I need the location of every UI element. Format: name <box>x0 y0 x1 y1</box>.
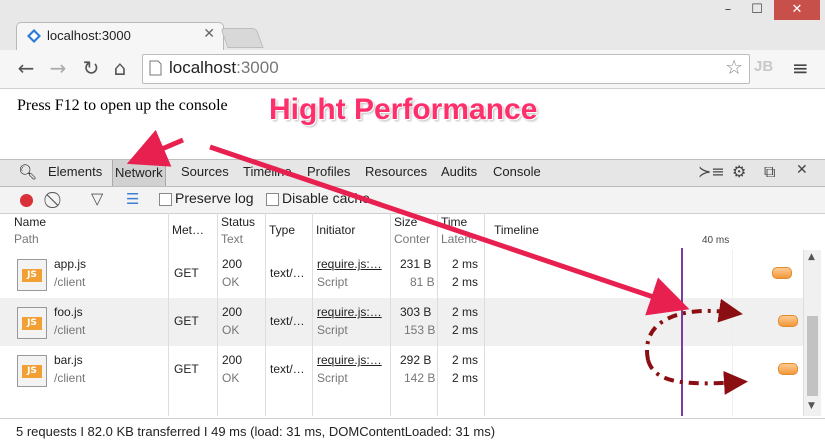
dashed-curve-arrow-top <box>644 298 743 361</box>
annotation-arrows <box>126 129 748 395</box>
arrow-to-network-tab <box>126 129 184 167</box>
dashed-curve-arrow-bottom <box>646 359 748 395</box>
arrow-to-timeline <box>209 144 690 316</box>
status-summary: 5 requests I 82.0 KB transferred I 49 ms… <box>16 424 496 439</box>
status-bar: 5 requests I 82.0 KB transferred I 49 ms… <box>0 418 825 447</box>
